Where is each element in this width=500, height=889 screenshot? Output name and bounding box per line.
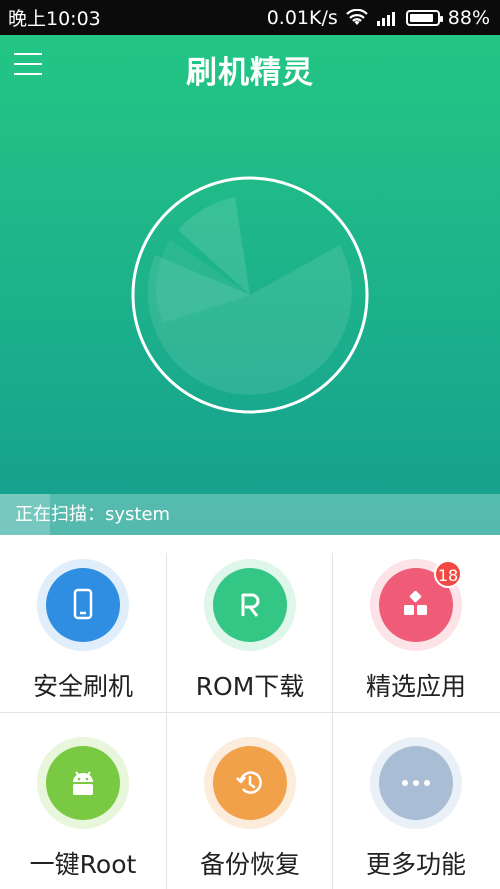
battery-fill: [409, 13, 433, 22]
icon-ring: [37, 737, 129, 829]
feature-featured-apps[interactable]: 精选应用: [333, 535, 499, 712]
feature-more[interactable]: 更多功能: [333, 713, 499, 889]
feature-label: 备份恢复: [199, 850, 300, 879]
rom-r-icon: [213, 568, 287, 642]
scan-radar: [131, 176, 369, 414]
feature-label: ROM下载: [195, 672, 305, 701]
network-speed: 0.01K/s: [266, 6, 338, 29]
feature-backup-restore[interactable]: 备份恢复: [167, 713, 333, 889]
status-right: 0.01K/s 88%: [267, 7, 490, 29]
feature-grid: 安全刷机 ROM下载 精选应用 一键Root 备份恢复 更多功能: [0, 535, 500, 889]
icon-ring: [204, 737, 296, 829]
android-icon: [46, 746, 120, 820]
battery-icon: [405, 9, 443, 26]
feature-rom-download[interactable]: ROM下载: [167, 535, 333, 712]
app-title: 刷机精灵: [186, 55, 314, 91]
battery-percent: 88%: [447, 6, 490, 29]
status-time: 晚上10:03: [8, 8, 101, 30]
feature-label: 更多功能: [365, 850, 466, 879]
wifi-icon: [345, 8, 368, 25]
signal-icon: [376, 11, 395, 26]
scan-status-text: 正在扫描：system: [15, 504, 171, 525]
icon-ring: [204, 559, 296, 651]
feature-safe-flash[interactable]: 安全刷机: [0, 535, 166, 712]
more-dots-icon: [379, 746, 453, 820]
notification-badge: 18: [434, 560, 462, 588]
status-bar: 晚上10:03 0.01K/s 88%: [0, 0, 500, 35]
scan-status-bar: 正在扫描：system: [0, 494, 500, 535]
icon-ring: [370, 737, 462, 829]
scan-header: 刷机精灵 正在扫描：system: [0, 35, 500, 535]
feature-label: 安全刷机: [32, 672, 133, 701]
feature-label: 精选应用: [365, 672, 466, 701]
feature-label: 一键Root: [29, 850, 137, 879]
restore-clock-icon: [213, 746, 287, 820]
icon-ring: [37, 559, 129, 651]
phone-icon: [46, 568, 120, 642]
feature-one-click-root[interactable]: 一键Root: [0, 713, 166, 889]
